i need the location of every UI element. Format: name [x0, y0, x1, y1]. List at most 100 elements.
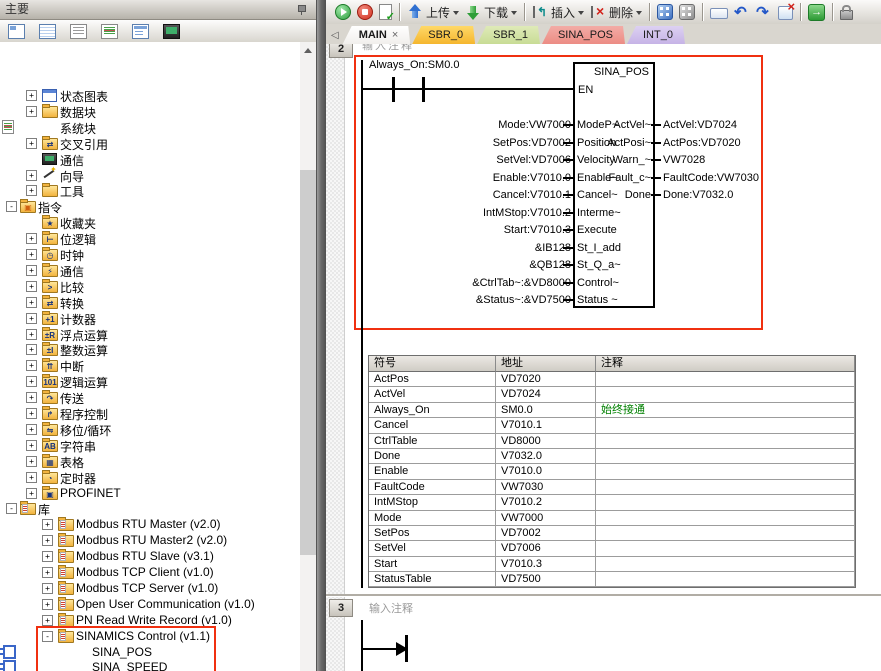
- tab-main[interactable]: MAIN×: [343, 26, 411, 44]
- tree-expander-icon[interactable]: +: [26, 440, 37, 451]
- tree-item--[interactable]: +±R浮点运算: [0, 326, 300, 342]
- tab-int_0[interactable]: INT_0: [627, 26, 685, 44]
- tree-expander-icon[interactable]: +: [26, 360, 37, 371]
- tree-expander-icon[interactable]: +: [26, 313, 37, 324]
- tree-expander-icon[interactable]: +: [42, 519, 53, 530]
- function-block[interactable]: SINA_POSEN: [573, 62, 655, 308]
- tab-sbr_1[interactable]: SBR_1: [477, 26, 540, 44]
- tree-item-modbus-rtu-slave-v3-1-[interactable]: +Modbus RTU Slave (v3.1): [0, 548, 300, 564]
- tree-item--[interactable]: -▣指令: [0, 198, 300, 214]
- tab-sbr_0[interactable]: SBR_0: [412, 26, 475, 44]
- tree-item--[interactable]: +⇄交叉引用: [0, 135, 300, 151]
- panel-toolbar-button[interactable]: [130, 22, 150, 40]
- tree-expander-icon[interactable]: +: [42, 583, 53, 594]
- block-output-operand[interactable]: ActVel:VD7024: [663, 119, 737, 131]
- block-input-operand[interactable]: Mode:VW7000: [498, 119, 571, 131]
- upload-button[interactable]: 上传: [404, 3, 462, 22]
- tree-item--[interactable]: +AB字符串: [0, 437, 300, 453]
- delete-button[interactable]: 删除: [587, 3, 645, 22]
- tree-expander-icon[interactable]: -: [6, 503, 17, 514]
- block-input-operand[interactable]: Cancel:V7010.1: [493, 189, 571, 201]
- network-comment[interactable]: 输入注释: [369, 600, 413, 616]
- lock-button[interactable]: [837, 3, 856, 21]
- tree-expander-icon[interactable]: +: [26, 329, 37, 340]
- tree-expander-icon[interactable]: +: [26, 424, 37, 435]
- block-output-operand[interactable]: Done:V7032.0: [663, 189, 733, 201]
- tree-item-open-user-communication-v1-0-[interactable]: +Open User Communication (v1.0): [0, 596, 300, 612]
- address-box-button[interactable]: [707, 4, 731, 20]
- pou-view-button[interactable]: [654, 3, 676, 21]
- edit-cursor-bar[interactable]: [405, 635, 408, 662]
- tree-item--[interactable]: +工具: [0, 182, 300, 198]
- tree-item--[interactable]: +状态图表: [0, 87, 300, 103]
- panel-toolbar-button[interactable]: [37, 22, 57, 40]
- tree-item--[interactable]: +↷传送: [0, 389, 300, 405]
- panel-toolbar-button[interactable]: [161, 22, 181, 40]
- tree-expander-icon[interactable]: +: [26, 249, 37, 260]
- scroll-up-icon[interactable]: [300, 42, 316, 58]
- panel-toolbar-button[interactable]: [99, 22, 119, 40]
- block-input-operand[interactable]: SetVel:VD7006: [496, 154, 571, 166]
- tree-expander-icon[interactable]: +: [26, 456, 37, 467]
- panel-toolbar-button[interactable]: [68, 22, 88, 40]
- block-output-operand[interactable]: FaultCode:VW7030: [663, 172, 759, 184]
- dropdown-arrow-icon[interactable]: [636, 11, 642, 18]
- redo-button[interactable]: [753, 3, 775, 21]
- tree-expander-icon[interactable]: +: [26, 106, 37, 117]
- tree-expander-icon[interactable]: +: [26, 233, 37, 244]
- tree-item--[interactable]: +⇄转换: [0, 294, 300, 310]
- tree-item--[interactable]: +>比较: [0, 278, 300, 294]
- tree-expander-icon[interactable]: +: [26, 408, 37, 419]
- compile-button[interactable]: [376, 3, 395, 21]
- tree-item--[interactable]: +⚡通信: [0, 262, 300, 278]
- block-output-operand[interactable]: ActPos:VD7020: [663, 137, 741, 149]
- tree-item--[interactable]: +101逻辑运算: [0, 373, 300, 389]
- tree-item--[interactable]: ★收藏夹: [0, 214, 300, 230]
- block-input-operand[interactable]: Start:V7010.3: [504, 224, 571, 236]
- tab-close-icon[interactable]: ×: [392, 26, 398, 44]
- insert-button[interactable]: 插入: [529, 3, 587, 22]
- tree-item-profinet[interactable]: +▣PROFINET: [0, 485, 300, 501]
- stop-button[interactable]: [354, 3, 376, 21]
- tree-expander-icon[interactable]: +: [26, 265, 37, 276]
- block-input-operand[interactable]: SetPos:VD7002: [493, 137, 571, 149]
- clear-page-button[interactable]: [775, 3, 796, 21]
- tree-item--[interactable]: +⇋移位/循环: [0, 421, 300, 437]
- download-button[interactable]: 下载: [462, 3, 520, 22]
- tree-item--[interactable]: +⇈中断: [0, 357, 300, 373]
- tree-item-modbus-tcp-server-v1-0-[interactable]: +Modbus TCP Server (v1.0): [0, 580, 300, 596]
- tree-expander-icon[interactable]: +: [42, 535, 53, 546]
- tree-expander-icon[interactable]: -: [6, 201, 17, 212]
- run-button[interactable]: [332, 3, 354, 21]
- tree-expander-icon[interactable]: +: [26, 170, 37, 181]
- tree-item--[interactable]: +▦表格: [0, 453, 300, 469]
- tree-item-modbus-rtu-master-v2-0-[interactable]: +Modbus RTU Master (v2.0): [0, 516, 300, 532]
- tree-item--[interactable]: 系统块: [0, 119, 300, 135]
- tree-expander-icon[interactable]: +: [26, 281, 37, 292]
- tree-item--[interactable]: +向导: [0, 167, 300, 183]
- dropdown-arrow-icon[interactable]: [511, 11, 517, 18]
- tree-scrollbar[interactable]: [300, 42, 316, 671]
- tree-item--[interactable]: +数据块: [0, 103, 300, 119]
- block-input-operand[interactable]: &Status~:&VD7500: [476, 294, 571, 306]
- tree-item--[interactable]: +±I整数运算: [0, 341, 300, 357]
- undo-button[interactable]: [731, 3, 753, 21]
- dropdown-arrow-icon[interactable]: [578, 11, 584, 18]
- tree-expander-icon[interactable]: +: [42, 615, 53, 626]
- tree-expander-icon[interactable]: +: [26, 138, 37, 149]
- network-comment[interactable]: 输入注释: [362, 44, 414, 53]
- tree-expander-icon[interactable]: +: [42, 599, 53, 610]
- tree-expander-icon[interactable]: +: [26, 185, 37, 196]
- tree-expander-icon[interactable]: +: [42, 551, 53, 562]
- tree-item--[interactable]: -库: [0, 500, 300, 516]
- tree-item-modbus-tcp-client-v1-0-[interactable]: +Modbus TCP Client (v1.0): [0, 564, 300, 580]
- panel-toolbar-button[interactable]: [6, 22, 26, 40]
- scrollbar-thumb[interactable]: [300, 170, 316, 555]
- tree-item--[interactable]: +◷时钟: [0, 246, 300, 262]
- tree-expander-icon[interactable]: +: [26, 488, 37, 499]
- tree-expander-icon[interactable]: +: [26, 297, 37, 308]
- tree-item--[interactable]: +↱程序控制: [0, 405, 300, 421]
- block-output-operand[interactable]: VW7028: [663, 154, 705, 166]
- pou-view-alt-button[interactable]: [676, 3, 698, 21]
- tree-expander-icon[interactable]: +: [42, 567, 53, 578]
